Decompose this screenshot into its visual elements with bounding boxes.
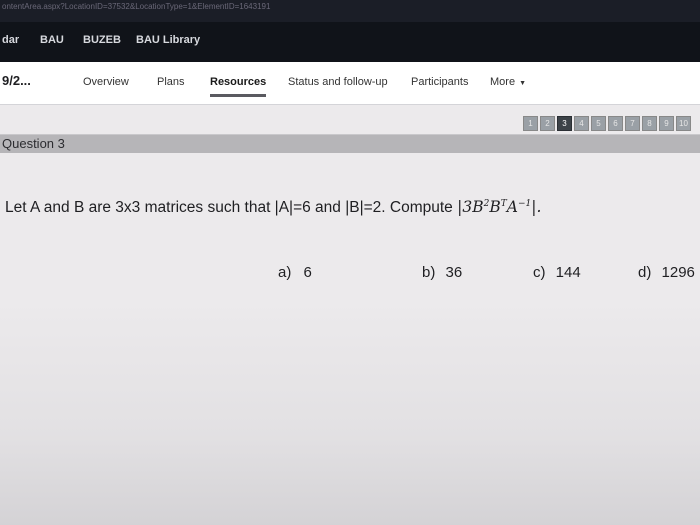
- expr-open: |3: [457, 198, 473, 216]
- answer-option-c[interactable]: c) 144: [533, 264, 581, 281]
- screen-shading: [0, 300, 700, 525]
- question-prompt: Let A and B are 3x3 matrices such that |…: [5, 199, 458, 216]
- tab-overview[interactable]: Overview: [83, 76, 129, 88]
- nav-item-bau-library[interactable]: BAU Library: [136, 34, 200, 46]
- page-button-10[interactable]: 10: [676, 116, 691, 131]
- question-expression: |3B2BTA−1|.: [457, 198, 541, 216]
- url-text: ontentArea.aspx?LocationID=37532&Locatio…: [2, 2, 271, 11]
- question-text: Let A and B are 3x3 matrices such that |…: [5, 198, 541, 217]
- tab-participants[interactable]: Participants: [411, 76, 468, 88]
- chevron-down-icon: ▼: [519, 80, 526, 87]
- nav-item-bau[interactable]: BAU: [40, 34, 64, 46]
- page-button-5[interactable]: 5: [591, 116, 606, 131]
- option-value: 36: [445, 264, 463, 281]
- nav-item-calendar[interactable]: dar: [2, 34, 19, 46]
- tab-status-follow-up[interactable]: Status and follow-up: [288, 76, 388, 88]
- question-label: Question 3: [2, 136, 65, 151]
- tab-more[interactable]: More ▼: [490, 76, 526, 88]
- tab-more-label: More: [490, 76, 516, 88]
- question-pager: 1 2 3 4 5 6 7 8 9 10: [523, 116, 691, 131]
- page-button-3[interactable]: 3: [557, 116, 572, 131]
- expr-a: A: [506, 198, 518, 216]
- question-header: Question 3: [0, 134, 700, 153]
- page-button-8[interactable]: 8: [642, 116, 657, 131]
- tab-plans[interactable]: Plans: [157, 76, 185, 88]
- answer-option-a[interactable]: a) 6: [278, 264, 312, 281]
- page-button-9[interactable]: 9: [659, 116, 674, 131]
- expr-b: B: [472, 198, 484, 216]
- expr-bt: B: [489, 198, 501, 216]
- option-letter: c): [533, 264, 546, 281]
- option-letter: b): [422, 264, 436, 281]
- option-value: 1296: [661, 264, 695, 281]
- answer-option-b[interactable]: b) 36: [422, 264, 462, 281]
- nav-item-buzeb[interactable]: BUZEB: [83, 34, 121, 46]
- answer-option-d[interactable]: d) 1296: [638, 264, 695, 281]
- top-navigation: dar BAU BUZEB BAU Library: [0, 22, 700, 62]
- expr-close: |.: [531, 198, 542, 216]
- page-button-7[interactable]: 7: [625, 116, 640, 131]
- page-button-1[interactable]: 1: [523, 116, 538, 131]
- option-letter: d): [638, 264, 652, 281]
- course-header: 9/2... Overview Plans Resources Status a…: [0, 62, 700, 105]
- option-letter: a): [278, 264, 292, 281]
- page-button-4[interactable]: 4: [574, 116, 589, 131]
- option-value: 144: [555, 264, 581, 281]
- page-button-2[interactable]: 2: [540, 116, 555, 131]
- page-button-6[interactable]: 6: [608, 116, 623, 131]
- tab-resources[interactable]: Resources: [210, 76, 267, 97]
- expr-a-exponent: −1: [517, 198, 532, 209]
- course-title[interactable]: 9/2...: [2, 73, 31, 88]
- address-bar[interactable]: ontentArea.aspx?LocationID=37532&Locatio…: [0, 0, 700, 22]
- option-value: 6: [303, 264, 312, 281]
